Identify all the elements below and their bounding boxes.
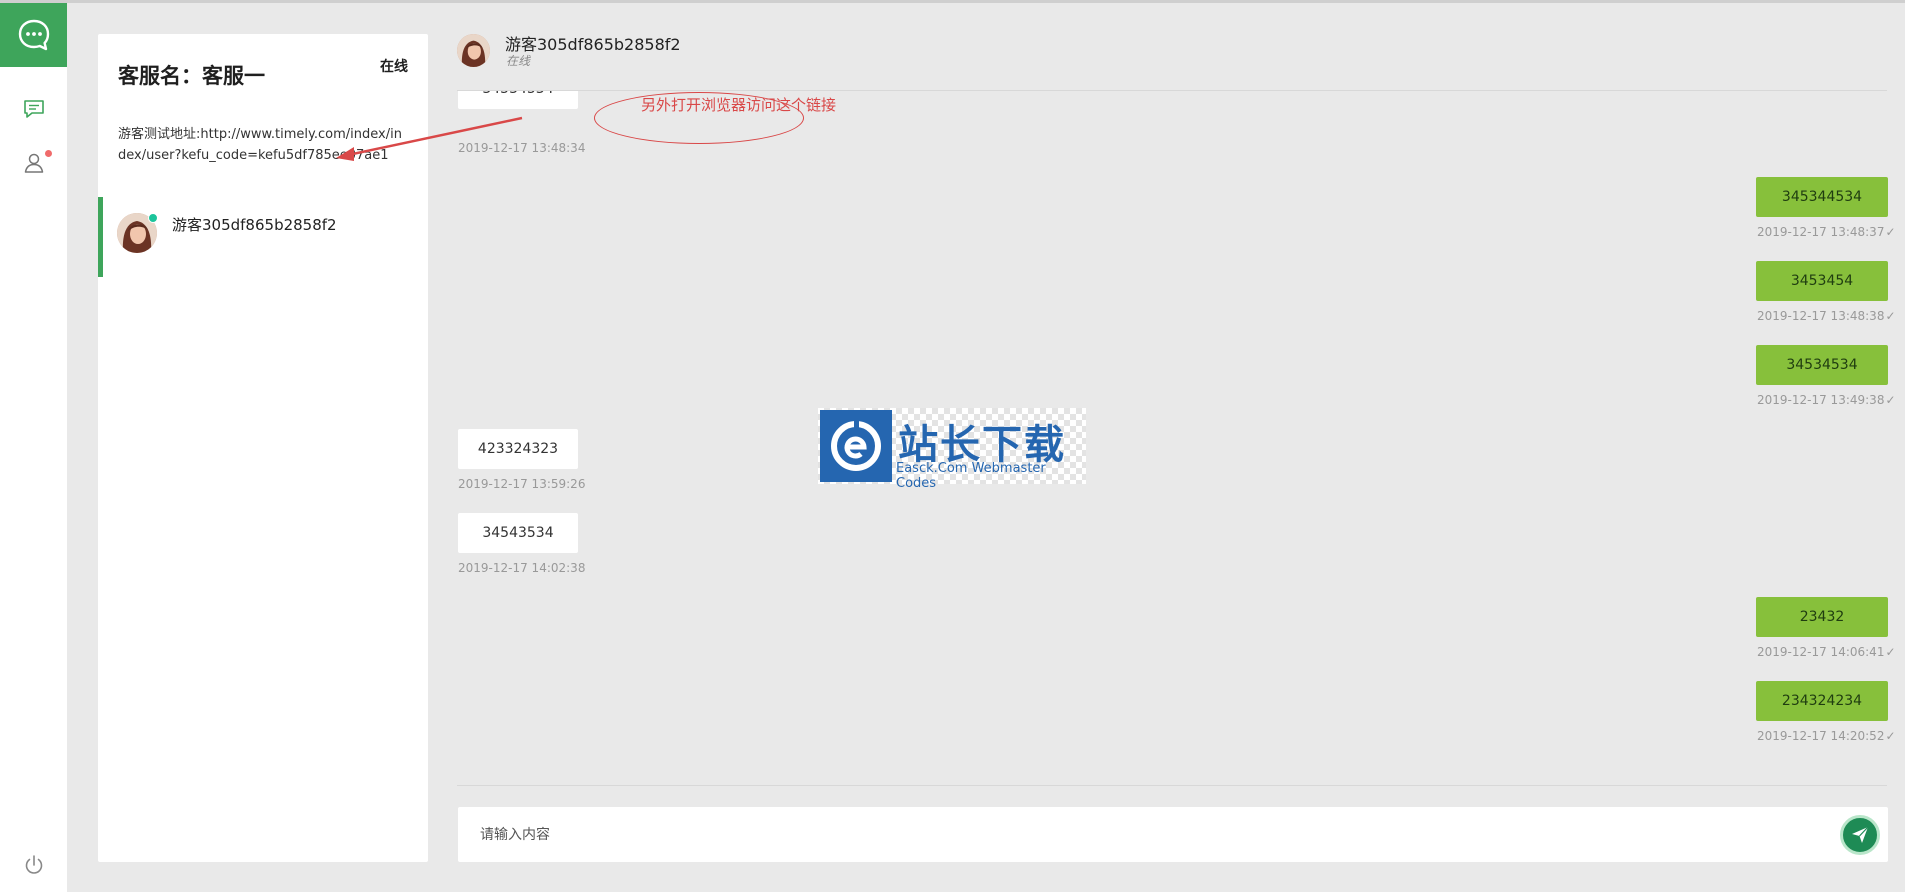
message-bubble: 234324234: [1756, 681, 1888, 721]
read-check-icon: ✓: [1885, 225, 1896, 239]
agent-name-title: 客服名：客服一: [118, 64, 265, 88]
message-input-box: [458, 807, 1888, 862]
message-time-text: 2019-12-17 13:49:38: [1757, 393, 1885, 407]
online-indicator: [148, 213, 158, 223]
chat-visitor-name: 游客305df865b2858f2: [505, 35, 681, 54]
message-time-text: 2019-12-17 13:48:38: [1757, 309, 1885, 323]
message-time: 2019-12-17 14:02:38: [458, 561, 586, 575]
message-time: 2019-12-17 13:48:37✓: [1757, 225, 1896, 239]
message-time: 2019-12-17 14:20:52✓: [1757, 729, 1896, 743]
message-time: 2019-12-17 13:59:26: [458, 477, 586, 491]
user-icon[interactable]: [20, 149, 52, 177]
read-check-icon: ✓: [1885, 729, 1896, 743]
message-time-text: 2019-12-17 14:06:41: [1757, 645, 1885, 659]
read-check-icon: ✓: [1885, 393, 1896, 407]
visitor-list-item[interactable]: 游客305df865b2858f2: [98, 197, 428, 277]
send-button[interactable]: [1840, 815, 1880, 855]
notification-dot: [45, 150, 52, 157]
message-bubble: 423324323: [458, 429, 578, 469]
message-time-text: 2019-12-17 13:48:37: [1757, 225, 1885, 239]
read-check-icon: ✓: [1885, 309, 1896, 323]
chat-visitor-status: 在线: [506, 54, 531, 68]
chat-avatar: [457, 34, 490, 67]
message-bubble: 34534534: [1756, 345, 1888, 385]
top-border: [0, 0, 1905, 3]
message-bubble: 34543534: [458, 513, 578, 553]
visitor-name: 游客305df865b2858f2: [172, 216, 337, 234]
message-input[interactable]: [458, 807, 1808, 862]
watermark-subtitle: Easck.Com Webmaster Codes: [896, 461, 1046, 491]
send-icon: [1852, 826, 1869, 843]
agent-status: 在线: [380, 59, 408, 75]
message-bubble: 3453454: [1756, 261, 1888, 301]
input-divider: [457, 785, 1887, 786]
header-divider: [457, 90, 1887, 91]
annotation-arrow-icon: [336, 116, 523, 161]
message-time: 2019-12-17 14:06:41✓: [1757, 645, 1896, 659]
message-bubble: 34534534: [458, 91, 578, 109]
power-icon[interactable]: [20, 851, 48, 879]
read-check-icon: ✓: [1885, 645, 1896, 659]
message-icon[interactable]: [20, 95, 48, 123]
message-time-text: 2019-12-17 14:20:52: [1757, 729, 1885, 743]
message-time: 2019-12-17 13:49:38✓: [1757, 393, 1896, 407]
annotation-text: 另外打开浏览器访问这个链接: [641, 96, 837, 114]
watermark-logo-icon: [820, 410, 892, 482]
message-bubble: 23432: [1756, 597, 1888, 637]
message-time: 2019-12-17 13:48:38✓: [1757, 309, 1896, 323]
left-nav: [0, 3, 67, 892]
watermark: 站长下载 Easck.Com Webmaster Codes: [818, 408, 1086, 491]
chat-logo-icon[interactable]: [0, 3, 67, 67]
message-bubble: 345344534: [1756, 177, 1888, 217]
